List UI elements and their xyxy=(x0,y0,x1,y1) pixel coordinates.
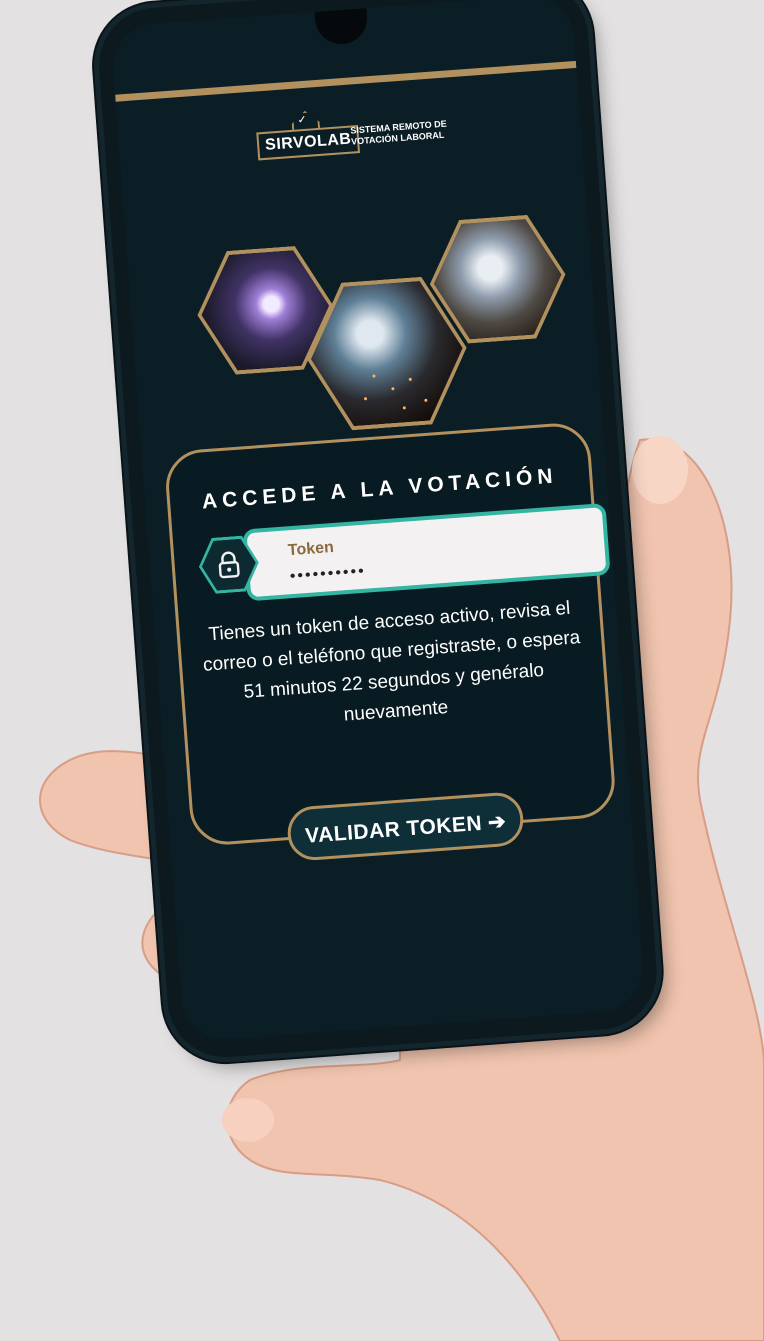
arrow-right-icon: ➔ xyxy=(487,810,507,835)
brand-name: SIRVOLAB xyxy=(256,125,361,161)
token-label: Token xyxy=(287,538,335,560)
lock-icon xyxy=(216,550,242,580)
token-field[interactable]: Token xyxy=(242,502,611,602)
camera-notch xyxy=(314,8,369,46)
brand-tagline: SISTEMA REMOTO DE VOTACIÓN LABORAL xyxy=(350,118,461,148)
app-screen: ✓ SIRVOLAB SISTEMA REMOTO DE VOTACIÓN LA… xyxy=(110,0,646,1043)
checkmark-icon: ✓ xyxy=(297,113,308,127)
brand-logo: ✓ SIRVOLAB SISTEMA REMOTO DE VOTACIÓN LA… xyxy=(117,87,583,191)
login-card: ACCEDE A LA VOTACIÓN Token Tienes un tok… xyxy=(163,420,618,848)
validate-token-label: VALIDAR TOKEN xyxy=(304,811,483,848)
phone-device: ✓ SIRVOLAB SISTEMA REMOTO DE VOTACIÓN LA… xyxy=(95,0,661,1062)
token-status-message: Tienes un token de acceso activo, revisa… xyxy=(202,597,581,726)
